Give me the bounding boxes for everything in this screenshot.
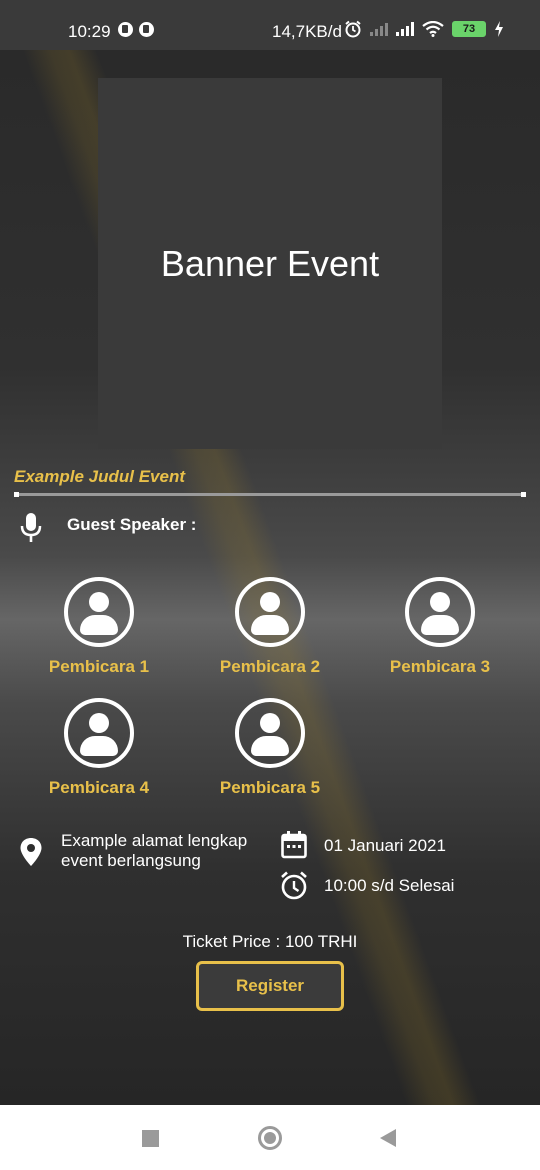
divider bbox=[14, 492, 526, 497]
speaker-name: Pembicara 3 bbox=[389, 657, 491, 676]
signal-icon bbox=[396, 22, 414, 36]
speaker-name: Pembicara 5 bbox=[219, 778, 321, 797]
register-button[interactable]: Register bbox=[196, 961, 344, 1011]
guest-speaker-label: Guest Speaker : bbox=[67, 515, 197, 534]
speaker-item[interactable]: Pembicara 3 bbox=[370, 577, 510, 677]
signal-icon bbox=[370, 22, 388, 36]
wifi-icon bbox=[422, 21, 444, 37]
notification-icon bbox=[139, 22, 154, 37]
network-speed: 14,7KB/d bbox=[272, 22, 342, 41]
status-time: 10:29 bbox=[68, 22, 111, 41]
speaker-name: Pembicara 1 bbox=[48, 657, 150, 676]
event-title: Example Judul Event bbox=[14, 467, 185, 486]
speaker-item[interactable]: Pembicara 1 bbox=[29, 577, 169, 677]
back-icon[interactable] bbox=[380, 1129, 396, 1147]
speaker-name: Pembicara 2 bbox=[219, 657, 321, 676]
home-icon[interactable] bbox=[258, 1126, 282, 1150]
status-right-icons: 73 bbox=[344, 20, 504, 38]
alarm-icon bbox=[345, 20, 361, 38]
person-icon bbox=[235, 698, 305, 768]
ticket-price: Ticket Price : 100 TRHI bbox=[182, 932, 358, 951]
speaker-item[interactable]: Pembicara 2 bbox=[200, 577, 340, 677]
notification-icons bbox=[118, 22, 154, 37]
speaker-name: Pembicara 4 bbox=[48, 778, 150, 797]
event-detail-screen: Banner Event Example Judul Event Guest S… bbox=[0, 50, 540, 1105]
charging-icon bbox=[495, 21, 503, 37]
person-icon bbox=[64, 698, 134, 768]
system-nav-bar bbox=[0, 1105, 540, 1170]
alarm-clock-icon bbox=[281, 871, 307, 900]
microphone-icon bbox=[20, 513, 42, 542]
event-banner: Banner Event bbox=[98, 78, 442, 449]
battery-icon: 73 bbox=[452, 21, 486, 37]
person-icon bbox=[235, 577, 305, 647]
event-date: 01 Januari 2021 bbox=[324, 836, 446, 855]
speaker-item[interactable]: Pembicara 4 bbox=[29, 698, 169, 798]
person-icon bbox=[64, 577, 134, 647]
status-bar: 10:29 14,7KB/d 73 bbox=[0, 0, 540, 50]
speaker-item[interactable]: Pembicara 5 bbox=[200, 698, 340, 798]
event-time: 10:00 s/d Selesai bbox=[324, 876, 455, 895]
calendar-icon bbox=[281, 831, 307, 859]
recent-apps-icon[interactable] bbox=[142, 1130, 159, 1147]
notification-icon bbox=[118, 22, 133, 37]
banner-label: Banner Event bbox=[160, 242, 380, 284]
person-icon bbox=[405, 577, 475, 647]
location-pin-icon bbox=[20, 838, 42, 866]
event-address: Example alamat lengkap event berlangsung bbox=[61, 831, 248, 870]
